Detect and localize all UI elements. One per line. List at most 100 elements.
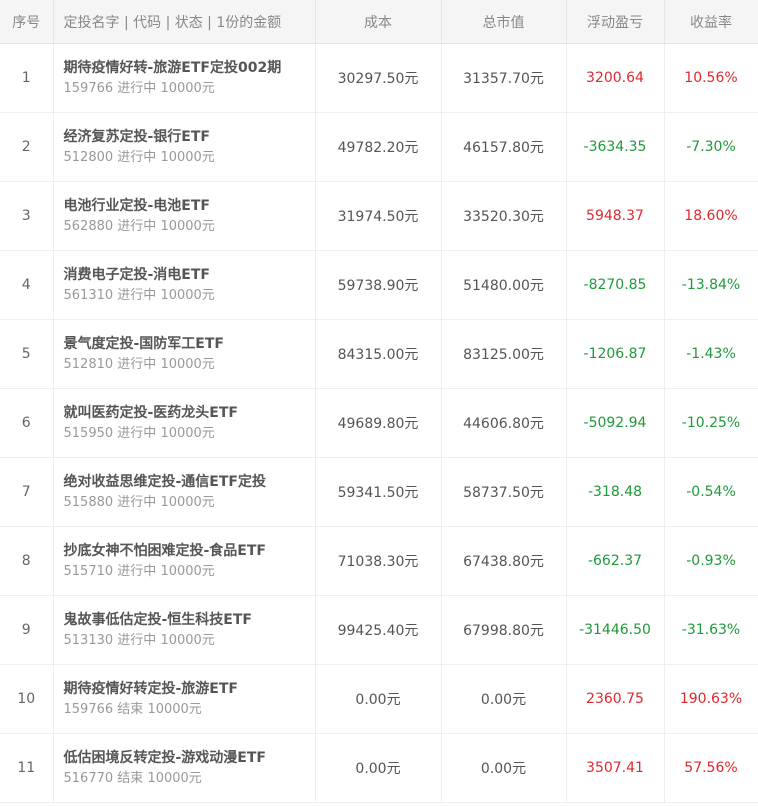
plan-name[interactable]: 电池行业定投-电池ETF <box>64 196 315 216</box>
plan-unit-amount: 10000元 <box>147 701 202 717</box>
plan-status: 进行中 <box>117 356 157 372</box>
row-pnl: 3507.41 <box>566 733 665 803</box>
row-index: 4 <box>0 250 54 320</box>
plan-status: 进行中 <box>117 80 157 96</box>
table-row[interactable]: 2 经济复苏定投-银行ETF 512800 进行中 10000元 49782.2… <box>0 112 758 182</box>
table-row[interactable]: 1 期待疫情好转-旅游ETF定投002期 159766 进行中 10000元 3… <box>0 43 758 113</box>
table-row[interactable]: 3 电池行业定投-电池ETF 562880 进行中 10000元 31974.5… <box>0 181 758 251</box>
table-body: 1 期待疫情好转-旅游ETF定投002期 159766 进行中 10000元 3… <box>0 43 758 803</box>
row-name-cell[interactable]: 低估困境反转定投-游戏动漫ETF 516770 结束 10000元 <box>53 733 316 803</box>
plan-name[interactable]: 就叫医药定投-医药龙头ETF <box>64 403 315 423</box>
row-cost: 30297.50元 <box>315 43 442 113</box>
row-market-value: 33520.30元 <box>441 181 567 251</box>
row-cost: 71038.30元 <box>315 526 442 596</box>
row-rate: -0.93% <box>664 526 758 596</box>
row-name-cell[interactable]: 消费电子定投-消电ETF 561310 进行中 10000元 <box>53 250 316 320</box>
plan-meta: 515950 进行中 10000元 <box>64 424 315 444</box>
header-rate[interactable]: 收益率 <box>664 0 758 44</box>
row-pnl: -5092.94 <box>566 388 665 458</box>
plan-name[interactable]: 期待疫情好转-旅游ETF定投002期 <box>64 58 315 78</box>
plan-status: 进行中 <box>117 563 157 579</box>
plan-meta: 562880 进行中 10000元 <box>64 217 315 237</box>
table-row[interactable]: 10 期待疫情好转定投-旅游ETF 159766 结束 10000元 0.00元… <box>0 664 758 734</box>
investment-plan-table: 序号 定投名字 | 代码 | 状态 | 1份的金额 成本 总市值 浮动盈亏 收益… <box>0 0 758 803</box>
table-header: 序号 定投名字 | 代码 | 状态 | 1份的金额 成本 总市值 浮动盈亏 收益… <box>0 0 758 44</box>
plan-code: 512800 <box>63 149 114 165</box>
table-row[interactable]: 7 绝对收益思维定投-通信ETF定投 515880 进行中 10000元 593… <box>0 457 758 527</box>
row-market-value: 44606.80元 <box>441 388 567 458</box>
row-name-cell[interactable]: 鬼故事低估定投-恒生科技ETF 513130 进行中 10000元 <box>53 595 316 665</box>
row-pnl: -318.48 <box>566 457 665 527</box>
row-name-cell[interactable]: 经济复苏定投-银行ETF 512800 进行中 10000元 <box>53 112 316 182</box>
plan-status: 进行中 <box>117 149 157 165</box>
plan-name[interactable]: 经济复苏定投-银行ETF <box>64 127 315 147</box>
row-cost: 59341.50元 <box>315 457 442 527</box>
table-row[interactable]: 4 消费电子定投-消电ETF 561310 进行中 10000元 59738.9… <box>0 250 758 320</box>
plan-meta: 515880 进行中 10000元 <box>64 493 315 513</box>
row-name-cell[interactable]: 期待疫情好转定投-旅游ETF 159766 结束 10000元 <box>53 664 316 734</box>
plan-name[interactable]: 低估困境反转定投-游戏动漫ETF <box>64 748 315 768</box>
plan-unit-amount: 10000元 <box>160 287 215 303</box>
row-name-cell[interactable]: 就叫医药定投-医药龙头ETF 515950 进行中 10000元 <box>53 388 316 458</box>
plan-meta: 513130 进行中 10000元 <box>64 631 315 651</box>
plan-unit-amount: 10000元 <box>160 494 215 510</box>
row-rate: -1.43% <box>664 319 758 389</box>
row-market-value: 0.00元 <box>441 733 567 803</box>
plan-meta: 512800 进行中 10000元 <box>64 148 315 168</box>
row-index: 11 <box>0 733 54 803</box>
plan-code: 515710 <box>63 563 114 579</box>
plan-status: 结束 <box>117 701 144 717</box>
header-market-value[interactable]: 总市值 <box>441 0 567 44</box>
row-pnl: -31446.50 <box>566 595 665 665</box>
table-row[interactable]: 11 低估困境反转定投-游戏动漫ETF 516770 结束 10000元 0.0… <box>0 733 758 803</box>
row-rate: -0.54% <box>664 457 758 527</box>
plan-name[interactable]: 期待疫情好转定投-旅游ETF <box>64 679 315 699</box>
row-cost: 0.00元 <box>315 733 442 803</box>
plan-code: 512810 <box>63 356 114 372</box>
row-index: 9 <box>0 595 54 665</box>
row-rate: -13.84% <box>664 250 758 320</box>
row-index: 10 <box>0 664 54 734</box>
row-market-value: 83125.00元 <box>441 319 567 389</box>
table-row[interactable]: 9 鬼故事低估定投-恒生科技ETF 513130 进行中 10000元 9942… <box>0 595 758 665</box>
plan-name[interactable]: 绝对收益思维定投-通信ETF定投 <box>64 472 315 492</box>
row-cost: 49782.20元 <box>315 112 442 182</box>
plan-name[interactable]: 鬼故事低估定投-恒生科技ETF <box>64 610 315 630</box>
plan-unit-amount: 10000元 <box>160 425 215 441</box>
header-pnl[interactable]: 浮动盈亏 <box>566 0 665 44</box>
row-market-value: 51480.00元 <box>441 250 567 320</box>
row-market-value: 31357.70元 <box>441 43 567 113</box>
row-name-cell[interactable]: 景气度定投-国防军工ETF 512810 进行中 10000元 <box>53 319 316 389</box>
row-cost: 99425.40元 <box>315 595 442 665</box>
table-row[interactable]: 5 景气度定投-国防军工ETF 512810 进行中 10000元 84315.… <box>0 319 758 389</box>
plan-code: 513130 <box>63 632 114 648</box>
row-pnl: 3200.64 <box>566 43 665 113</box>
row-index: 7 <box>0 457 54 527</box>
row-pnl: -8270.85 <box>566 250 665 320</box>
row-name-cell[interactable]: 抄底女神不怕困难定投-食品ETF 515710 进行中 10000元 <box>53 526 316 596</box>
plan-name[interactable]: 消费电子定投-消电ETF <box>64 265 315 285</box>
plan-code: 159766 <box>63 701 114 717</box>
plan-name[interactable]: 景气度定投-国防军工ETF <box>64 334 315 354</box>
row-name-cell[interactable]: 期待疫情好转-旅游ETF定投002期 159766 进行中 10000元 <box>53 43 316 113</box>
row-pnl: -3634.35 <box>566 112 665 182</box>
row-cost: 84315.00元 <box>315 319 442 389</box>
plan-meta: 516770 结束 10000元 <box>64 769 315 789</box>
header-cost[interactable]: 成本 <box>315 0 442 44</box>
row-name-cell[interactable]: 电池行业定投-电池ETF 562880 进行中 10000元 <box>53 181 316 251</box>
plan-name[interactable]: 抄底女神不怕困难定投-食品ETF <box>64 541 315 561</box>
row-cost: 49689.80元 <box>315 388 442 458</box>
plan-code: 515950 <box>63 425 114 441</box>
table-row[interactable]: 6 就叫医药定投-医药龙头ETF 515950 进行中 10000元 49689… <box>0 388 758 458</box>
row-rate: -10.25% <box>664 388 758 458</box>
row-pnl: 5948.37 <box>566 181 665 251</box>
row-name-cell[interactable]: 绝对收益思维定投-通信ETF定投 515880 进行中 10000元 <box>53 457 316 527</box>
plan-code: 515880 <box>63 494 114 510</box>
plan-unit-amount: 10000元 <box>160 149 215 165</box>
plan-unit-amount: 10000元 <box>160 632 215 648</box>
table-row[interactable]: 8 抄底女神不怕困难定投-食品ETF 515710 进行中 10000元 710… <box>0 526 758 596</box>
plan-meta: 159766 进行中 10000元 <box>64 79 315 99</box>
plan-unit-amount: 10000元 <box>160 80 215 96</box>
row-market-value: 67998.80元 <box>441 595 567 665</box>
row-rate: 190.63% <box>664 664 758 734</box>
